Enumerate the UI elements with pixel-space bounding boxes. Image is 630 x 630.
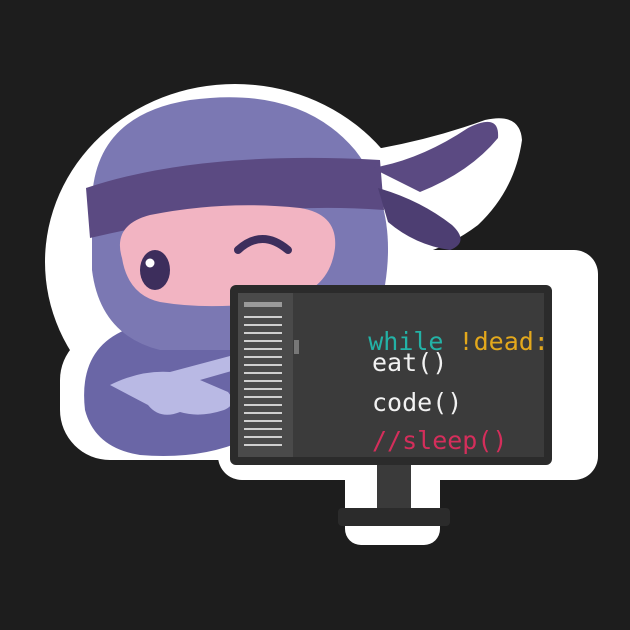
code-line-sleep-comment: //sleep() [372,426,508,455]
code-condition: !dead: [458,327,549,356]
code-line-eat: eat() [372,348,448,377]
monitor-stand-neck [377,462,411,512]
code-line-code: code() [372,388,463,417]
open-eye [140,250,170,290]
sticker-scene: while !dead: eat() code() //sleep() [0,0,630,630]
monitor-stand-base [338,508,450,526]
editor-scrollbar [294,340,299,354]
